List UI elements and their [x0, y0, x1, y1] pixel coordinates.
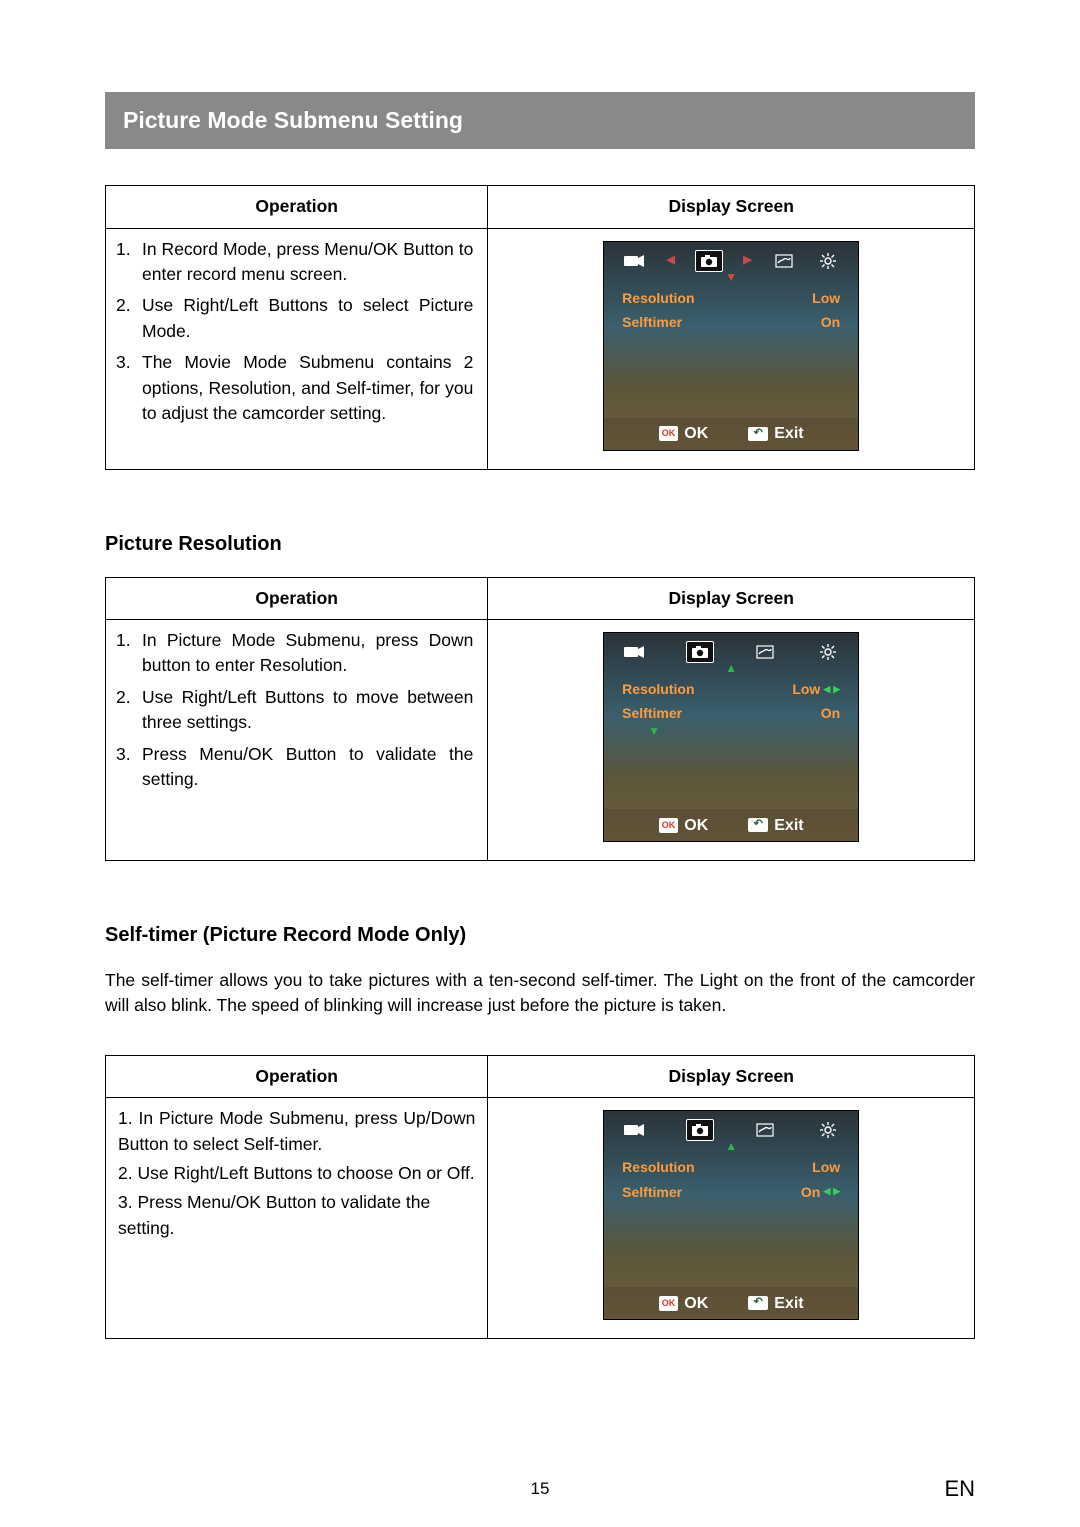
table2-header-display-screen: Display Screen — [488, 577, 975, 619]
screen-bottom-bar: OK OK ↶ Exit — [604, 1287, 858, 1319]
option-value: On ◀▶ — [801, 1182, 840, 1202]
page-footer: 15 EN — [105, 1477, 975, 1502]
display-screen-2: ▲ Resolution Low ◀▶ Selftim — [603, 632, 859, 842]
right-indicator-icon: ▶ — [833, 683, 840, 696]
tab-strip — [622, 641, 840, 663]
list-item: 3. Press Menu/OK Button to validate the … — [112, 1188, 481, 1243]
table2-header-operation: Operation — [106, 577, 488, 619]
option-row-resolution: Resolution Low — [618, 1155, 844, 1179]
option-label: Selftimer — [622, 1182, 682, 1202]
option-value-text: On — [801, 1182, 820, 1202]
settings-gear-icon — [816, 250, 840, 272]
option-value: Low — [812, 288, 840, 308]
right-arrow-icon: ▶ — [743, 253, 751, 269]
list-item: 1. In Picture Mode Submenu, press Up/Dow… — [112, 1104, 481, 1159]
settings-gear-icon — [816, 641, 840, 663]
tab-strip: ◀ ▶ — [622, 250, 840, 272]
heading-picture-resolution: Picture Resolution — [105, 530, 975, 559]
option-row-resolution: Resolution Low — [618, 286, 844, 310]
page-title: Picture Mode Submenu Setting — [123, 107, 463, 133]
table3-operation-cell: 1. In Picture Mode Submenu, press Up/Dow… — [106, 1098, 488, 1339]
exit-label: Exit — [774, 422, 803, 445]
table3-header-display-screen: Display Screen — [488, 1055, 975, 1097]
table1-display-cell: ◀ ▶ — [488, 228, 975, 469]
option-label: Resolution — [622, 679, 694, 699]
option-row-selftimer: Selftimer On — [618, 701, 844, 725]
exit-badge-icon: ↶ — [748, 427, 768, 441]
screen-bottom-bar: OK OK ↶ Exit — [604, 418, 858, 450]
option-label: Resolution — [622, 288, 694, 308]
table2-operation-list: In Picture Mode Submenu, press Down butt… — [112, 626, 481, 796]
ok-badge-icon: OK — [659, 426, 679, 441]
list-item: In Record Mode, press Menu/OK Button to … — [112, 235, 481, 292]
list-item: Press Menu/OK Button to validate the set… — [112, 740, 481, 797]
table-picture-resolution: Operation Display Screen In Picture Mode… — [105, 577, 975, 861]
list-item: The Movie Mode Submenu contains 2 option… — [112, 348, 481, 430]
self-timer-paragraph: The self-timer allows you to take pictur… — [105, 968, 975, 1019]
table3-display-cell: ▲ Resolution Low Selftimer On — [488, 1098, 975, 1339]
option-label: Selftimer — [622, 312, 682, 332]
option-label: Selftimer — [622, 703, 682, 723]
list-item: Use Right/Left Buttons to select Picture… — [112, 291, 481, 348]
option-value: On — [821, 703, 840, 723]
left-indicator-icon: ◀ — [823, 1185, 830, 1198]
option-row-resolution: Resolution Low ◀▶ — [618, 677, 844, 701]
display-screen-3: ▲ Resolution Low Selftimer On — [603, 1110, 859, 1320]
ok-badge-icon: OK — [659, 1296, 679, 1311]
display-screen-1: ◀ ▶ — [603, 241, 859, 451]
page-number: 15 — [105, 1477, 975, 1502]
list-item: In Picture Mode Submenu, press Down butt… — [112, 626, 481, 683]
table-picture-mode-submenu: Operation Display Screen In Record Mode,… — [105, 185, 975, 469]
heading-self-timer: Self-timer (Picture Record Mode Only) — [105, 921, 975, 950]
table1-operation-cell: In Record Mode, press Menu/OK Button to … — [106, 228, 488, 469]
down-arrow-icon: ▼ — [622, 272, 840, 282]
effect-icon — [753, 1119, 777, 1141]
page-title-bar: Picture Mode Submenu Setting — [105, 92, 975, 149]
table2-display-cell: ▲ Resolution Low ◀▶ Selftim — [488, 620, 975, 861]
option-label: Resolution — [622, 1157, 694, 1177]
down-arrow-icon: ▼ — [618, 726, 844, 736]
ok-label: OK — [684, 1292, 708, 1315]
option-row-selftimer: Selftimer On ◀▶ — [618, 1180, 844, 1204]
screen-bottom-bar: OK OK ↶ Exit — [604, 809, 858, 841]
effect-icon — [772, 250, 796, 272]
exit-label: Exit — [774, 814, 803, 837]
ok-label: OK — [684, 814, 708, 837]
table2-operation-cell: In Picture Mode Submenu, press Down butt… — [106, 620, 488, 861]
exit-label: Exit — [774, 1292, 803, 1315]
exit-badge-icon: ↶ — [748, 1296, 768, 1310]
up-arrow-icon: ▲ — [622, 1141, 840, 1151]
table1-header-display-screen: Display Screen — [488, 186, 975, 228]
option-value: Low — [812, 1157, 840, 1177]
effect-icon — [753, 641, 777, 663]
movie-icon — [622, 1119, 646, 1141]
table1-header-operation: Operation — [106, 186, 488, 228]
manual-page: Picture Mode Submenu Setting Operation D… — [0, 0, 1080, 1527]
table-self-timer: Operation Display Screen 1. In Picture M… — [105, 1055, 975, 1339]
settings-gear-icon — [816, 1119, 840, 1141]
ok-label: OK — [684, 422, 708, 445]
left-arrow-icon: ◀ — [666, 253, 674, 269]
table3-header-operation: Operation — [106, 1055, 488, 1097]
camera-icon — [695, 250, 723, 272]
movie-icon — [622, 250, 646, 272]
camera-icon — [686, 1119, 714, 1141]
table1-operation-list: In Record Mode, press Menu/OK Button to … — [112, 235, 481, 431]
exit-badge-icon: ↶ — [748, 818, 768, 832]
ok-badge-icon: OK — [659, 818, 679, 833]
option-row-selftimer: Selftimer On — [618, 310, 844, 334]
option-value-text: Low — [792, 679, 820, 699]
up-arrow-icon: ▲ — [622, 663, 840, 673]
option-value: Low ◀▶ — [792, 679, 840, 699]
option-value: On — [821, 312, 840, 332]
camera-icon — [686, 641, 714, 663]
list-item: 2. Use Right/Left Buttons to choose On o… — [112, 1159, 481, 1188]
right-indicator-icon: ▶ — [833, 1185, 840, 1198]
list-item: Use Right/Left Buttons to move between t… — [112, 683, 481, 740]
language-code: EN — [944, 1473, 975, 1505]
left-indicator-icon: ◀ — [823, 683, 830, 696]
tab-strip — [622, 1119, 840, 1141]
movie-icon — [622, 641, 646, 663]
